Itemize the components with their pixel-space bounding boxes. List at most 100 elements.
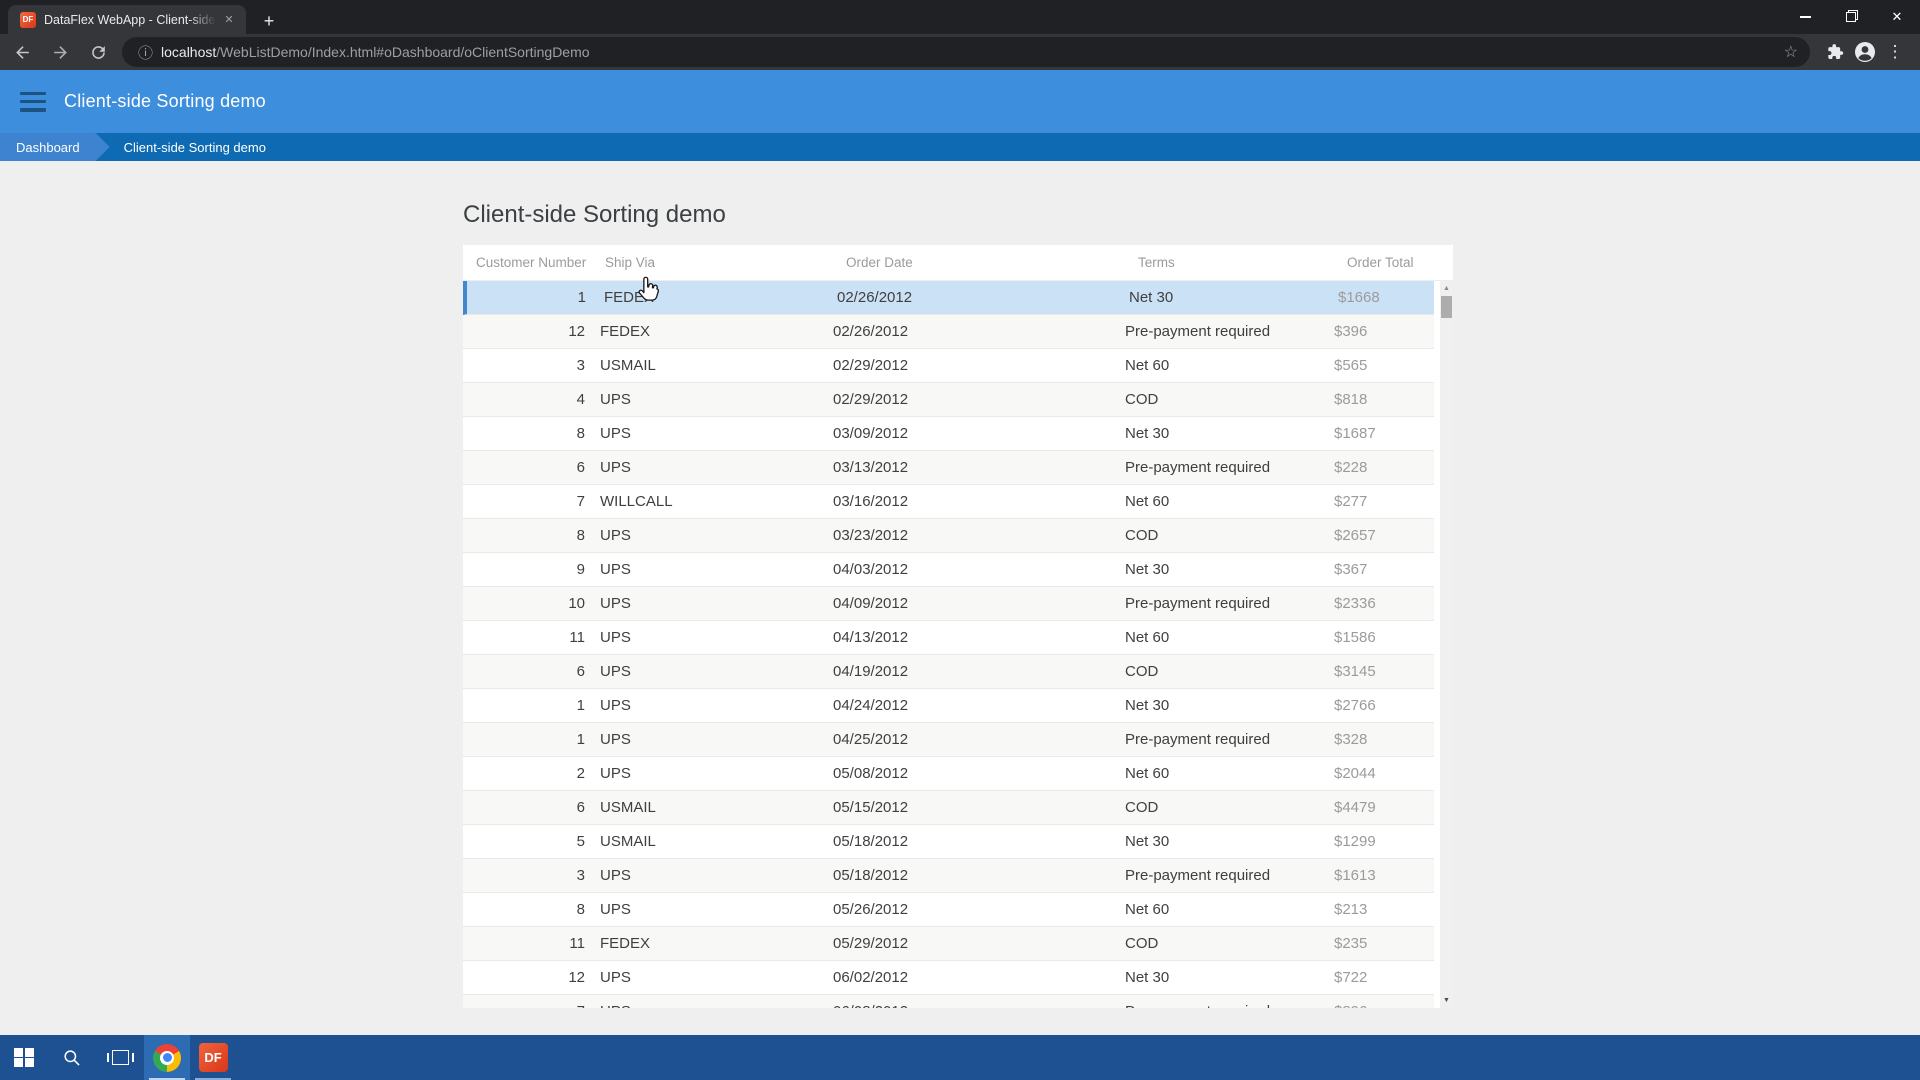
cell-customer-number: 3 — [576, 357, 585, 374]
table-row[interactable]: 5 USMAIL 05/18/2012 Net 30 $1299 — [463, 825, 1434, 859]
cell-customer-number: 4 — [576, 391, 585, 408]
cell-customer-number: 8 — [576, 901, 585, 918]
cell-order-total: $896 — [1334, 1003, 1434, 1008]
breadcrumb-item-dashboard[interactable]: Dashboard — [0, 133, 110, 161]
restore-button[interactable] — [1828, 0, 1874, 34]
cell-order-total: $565 — [1334, 357, 1368, 374]
forward-button[interactable] — [44, 36, 76, 68]
cell-order-total: $3145 — [1334, 663, 1376, 680]
profile-button[interactable] — [1850, 37, 1880, 67]
table-row[interactable]: 7 WILLCALL 03/16/2012 Net 60 $277 — [463, 485, 1434, 519]
table-row[interactable]: 1 FEDEX 02/26/2012 Net 30 $1668 — [463, 281, 1434, 315]
cell-order-date: 04/13/2012 — [833, 629, 909, 646]
cell-order-date: 04/19/2012 — [833, 663, 909, 680]
table-row[interactable]: 10 UPS 04/09/2012 Pre-payment required $… — [463, 587, 1434, 621]
cell-order-total: $277 — [1334, 493, 1368, 510]
cell-order-total: $1586 — [1334, 629, 1376, 646]
url-bar[interactable]: ⓘ localhost/WebListDemo/Index.html#oDash… — [122, 37, 1810, 67]
new-tab-button[interactable]: + — [256, 8, 282, 34]
extensions-button[interactable] — [1820, 37, 1850, 67]
puzzle-icon — [1828, 44, 1844, 59]
table-row[interactable]: 1 UPS 04/24/2012 Net 30 $2766 — [463, 689, 1434, 723]
table-row[interactable]: 7 UPS 06/08/2012 Pre-payment required $8… — [463, 995, 1434, 1008]
app-header: Client-side Sorting demo — [0, 70, 1920, 133]
window-controls: ✕ — [1782, 0, 1920, 34]
table-row[interactable]: 3 UPS 05/18/2012 Pre-payment required $1… — [463, 859, 1434, 893]
cell-ship-via: USMAIL — [600, 357, 656, 374]
cell-order-total: $228 — [1334, 459, 1368, 476]
column-header-ship-via[interactable]: Ship Via — [592, 255, 833, 270]
table-row[interactable]: 11 UPS 04/13/2012 Net 60 $1586 — [463, 621, 1434, 655]
table-row[interactable]: 9 UPS 04/03/2012 Net 30 $367 — [463, 553, 1434, 587]
table-row[interactable]: 8 UPS 03/23/2012 COD $2657 — [463, 519, 1434, 553]
cell-order-date: 05/18/2012 — [833, 867, 909, 884]
cell-terms: Pre-payment required — [1125, 867, 1271, 884]
table-row[interactable]: 8 UPS 03/09/2012 Net 30 $1687 — [463, 417, 1434, 451]
table-row[interactable]: 6 UPS 03/13/2012 Pre-payment required $2… — [463, 451, 1434, 485]
url-text[interactable]: localhost/WebListDemo/Index.html#oDashbo… — [161, 44, 1776, 60]
table-row[interactable]: 12 FEDEX 02/26/2012 Pre-payment required… — [463, 315, 1434, 349]
cell-terms: Net 30 — [1125, 425, 1170, 442]
cell-terms: Net 30 — [1125, 561, 1170, 578]
cell-order-date: 05/26/2012 — [833, 901, 909, 918]
table-row[interactable]: 8 UPS 05/26/2012 Net 60 $213 — [463, 893, 1434, 927]
cell-customer-number: 8 — [576, 425, 585, 442]
table-row[interactable]: 1 UPS 04/25/2012 Pre-payment required $3… — [463, 723, 1434, 757]
restore-icon — [1846, 10, 1858, 22]
refresh-icon — [91, 45, 105, 59]
scrollbar-thumb[interactable] — [1441, 296, 1452, 318]
column-header-customer-number[interactable]: Customer Number — [463, 255, 592, 270]
cell-order-date: 03/23/2012 — [833, 527, 909, 544]
minimize-button[interactable] — [1782, 0, 1828, 34]
cell-order-total: $1668 — [1338, 289, 1380, 306]
cell-ship-via: UPS — [600, 969, 631, 986]
table-row[interactable]: 3 USMAIL 02/29/2012 Net 60 $565 — [463, 349, 1434, 383]
column-header-order-total[interactable]: Order Total — [1334, 255, 1434, 270]
back-arrow-icon — [15, 45, 29, 59]
cell-order-total: $2766 — [1334, 697, 1376, 714]
cell-ship-via: FEDEX — [600, 323, 651, 340]
column-header-order-date[interactable]: Order Date — [833, 255, 1125, 270]
cell-customer-number: 6 — [576, 459, 585, 476]
table-row[interactable]: 12 UPS 06/02/2012 Net 30 $722 — [463, 961, 1434, 995]
cell-ship-via: UPS — [600, 527, 631, 544]
cell-ship-via: UPS — [600, 901, 631, 918]
task-view-button[interactable] — [96, 1035, 144, 1080]
bookmark-star-icon[interactable]: ☆ — [1784, 42, 1798, 62]
table-scrollbar[interactable]: ▲ ▼ — [1440, 281, 1453, 1008]
close-button[interactable]: ✕ — [1874, 0, 1920, 34]
table-row[interactable]: 6 USMAIL 05/15/2012 COD $4479 — [463, 791, 1434, 825]
taskbar-dataflex-button[interactable]: DF — [190, 1035, 236, 1080]
cell-ship-via: WILLCALL — [600, 493, 673, 510]
start-button[interactable] — [0, 1035, 48, 1080]
scroll-down-icon[interactable]: ▼ — [1440, 997, 1453, 1005]
cell-order-date: 05/18/2012 — [833, 833, 909, 850]
table-row[interactable]: 2 UPS 05/08/2012 Net 60 $2044 — [463, 757, 1434, 791]
taskbar-chrome-button[interactable] — [144, 1035, 190, 1080]
search-button[interactable] — [48, 1035, 96, 1080]
browser-tab[interactable]: DF DataFlex WebApp - Client-side So ✕ — [8, 5, 246, 34]
cell-ship-via: FEDEX — [600, 935, 651, 952]
minimize-icon — [1799, 16, 1811, 18]
refresh-button[interactable] — [82, 36, 114, 68]
site-info-icon[interactable]: ⓘ — [138, 42, 153, 63]
cell-customer-number: 5 — [576, 833, 585, 850]
search-icon — [64, 1049, 80, 1066]
cell-order-date: 02/26/2012 — [833, 323, 909, 340]
cell-order-total: $1299 — [1334, 833, 1376, 850]
hamburger-menu-button[interactable] — [20, 91, 46, 112]
table-row[interactable]: 6 UPS 04/19/2012 COD $3145 — [463, 655, 1434, 689]
browser-menu-button[interactable]: ⋮ — [1880, 37, 1910, 67]
cell-terms: Net 30 — [1129, 289, 1174, 306]
table-row[interactable]: 4 UPS 02/29/2012 COD $818 — [463, 383, 1434, 417]
cell-customer-number: 11 — [569, 629, 585, 646]
cell-order-date: 05/15/2012 — [833, 799, 909, 816]
column-header-terms[interactable]: Terms — [1125, 255, 1334, 270]
scroll-up-icon[interactable]: ▲ — [1440, 285, 1453, 293]
table-row[interactable]: 11 FEDEX 05/29/2012 COD $235 — [463, 927, 1434, 961]
tab-close-icon[interactable]: ✕ — [220, 11, 238, 29]
cell-terms: Net 60 — [1125, 765, 1170, 782]
browser-toolbar: ⓘ localhost/WebListDemo/Index.html#oDash… — [0, 34, 1920, 70]
cell-customer-number: 1 — [576, 731, 585, 748]
back-button[interactable] — [6, 36, 38, 68]
